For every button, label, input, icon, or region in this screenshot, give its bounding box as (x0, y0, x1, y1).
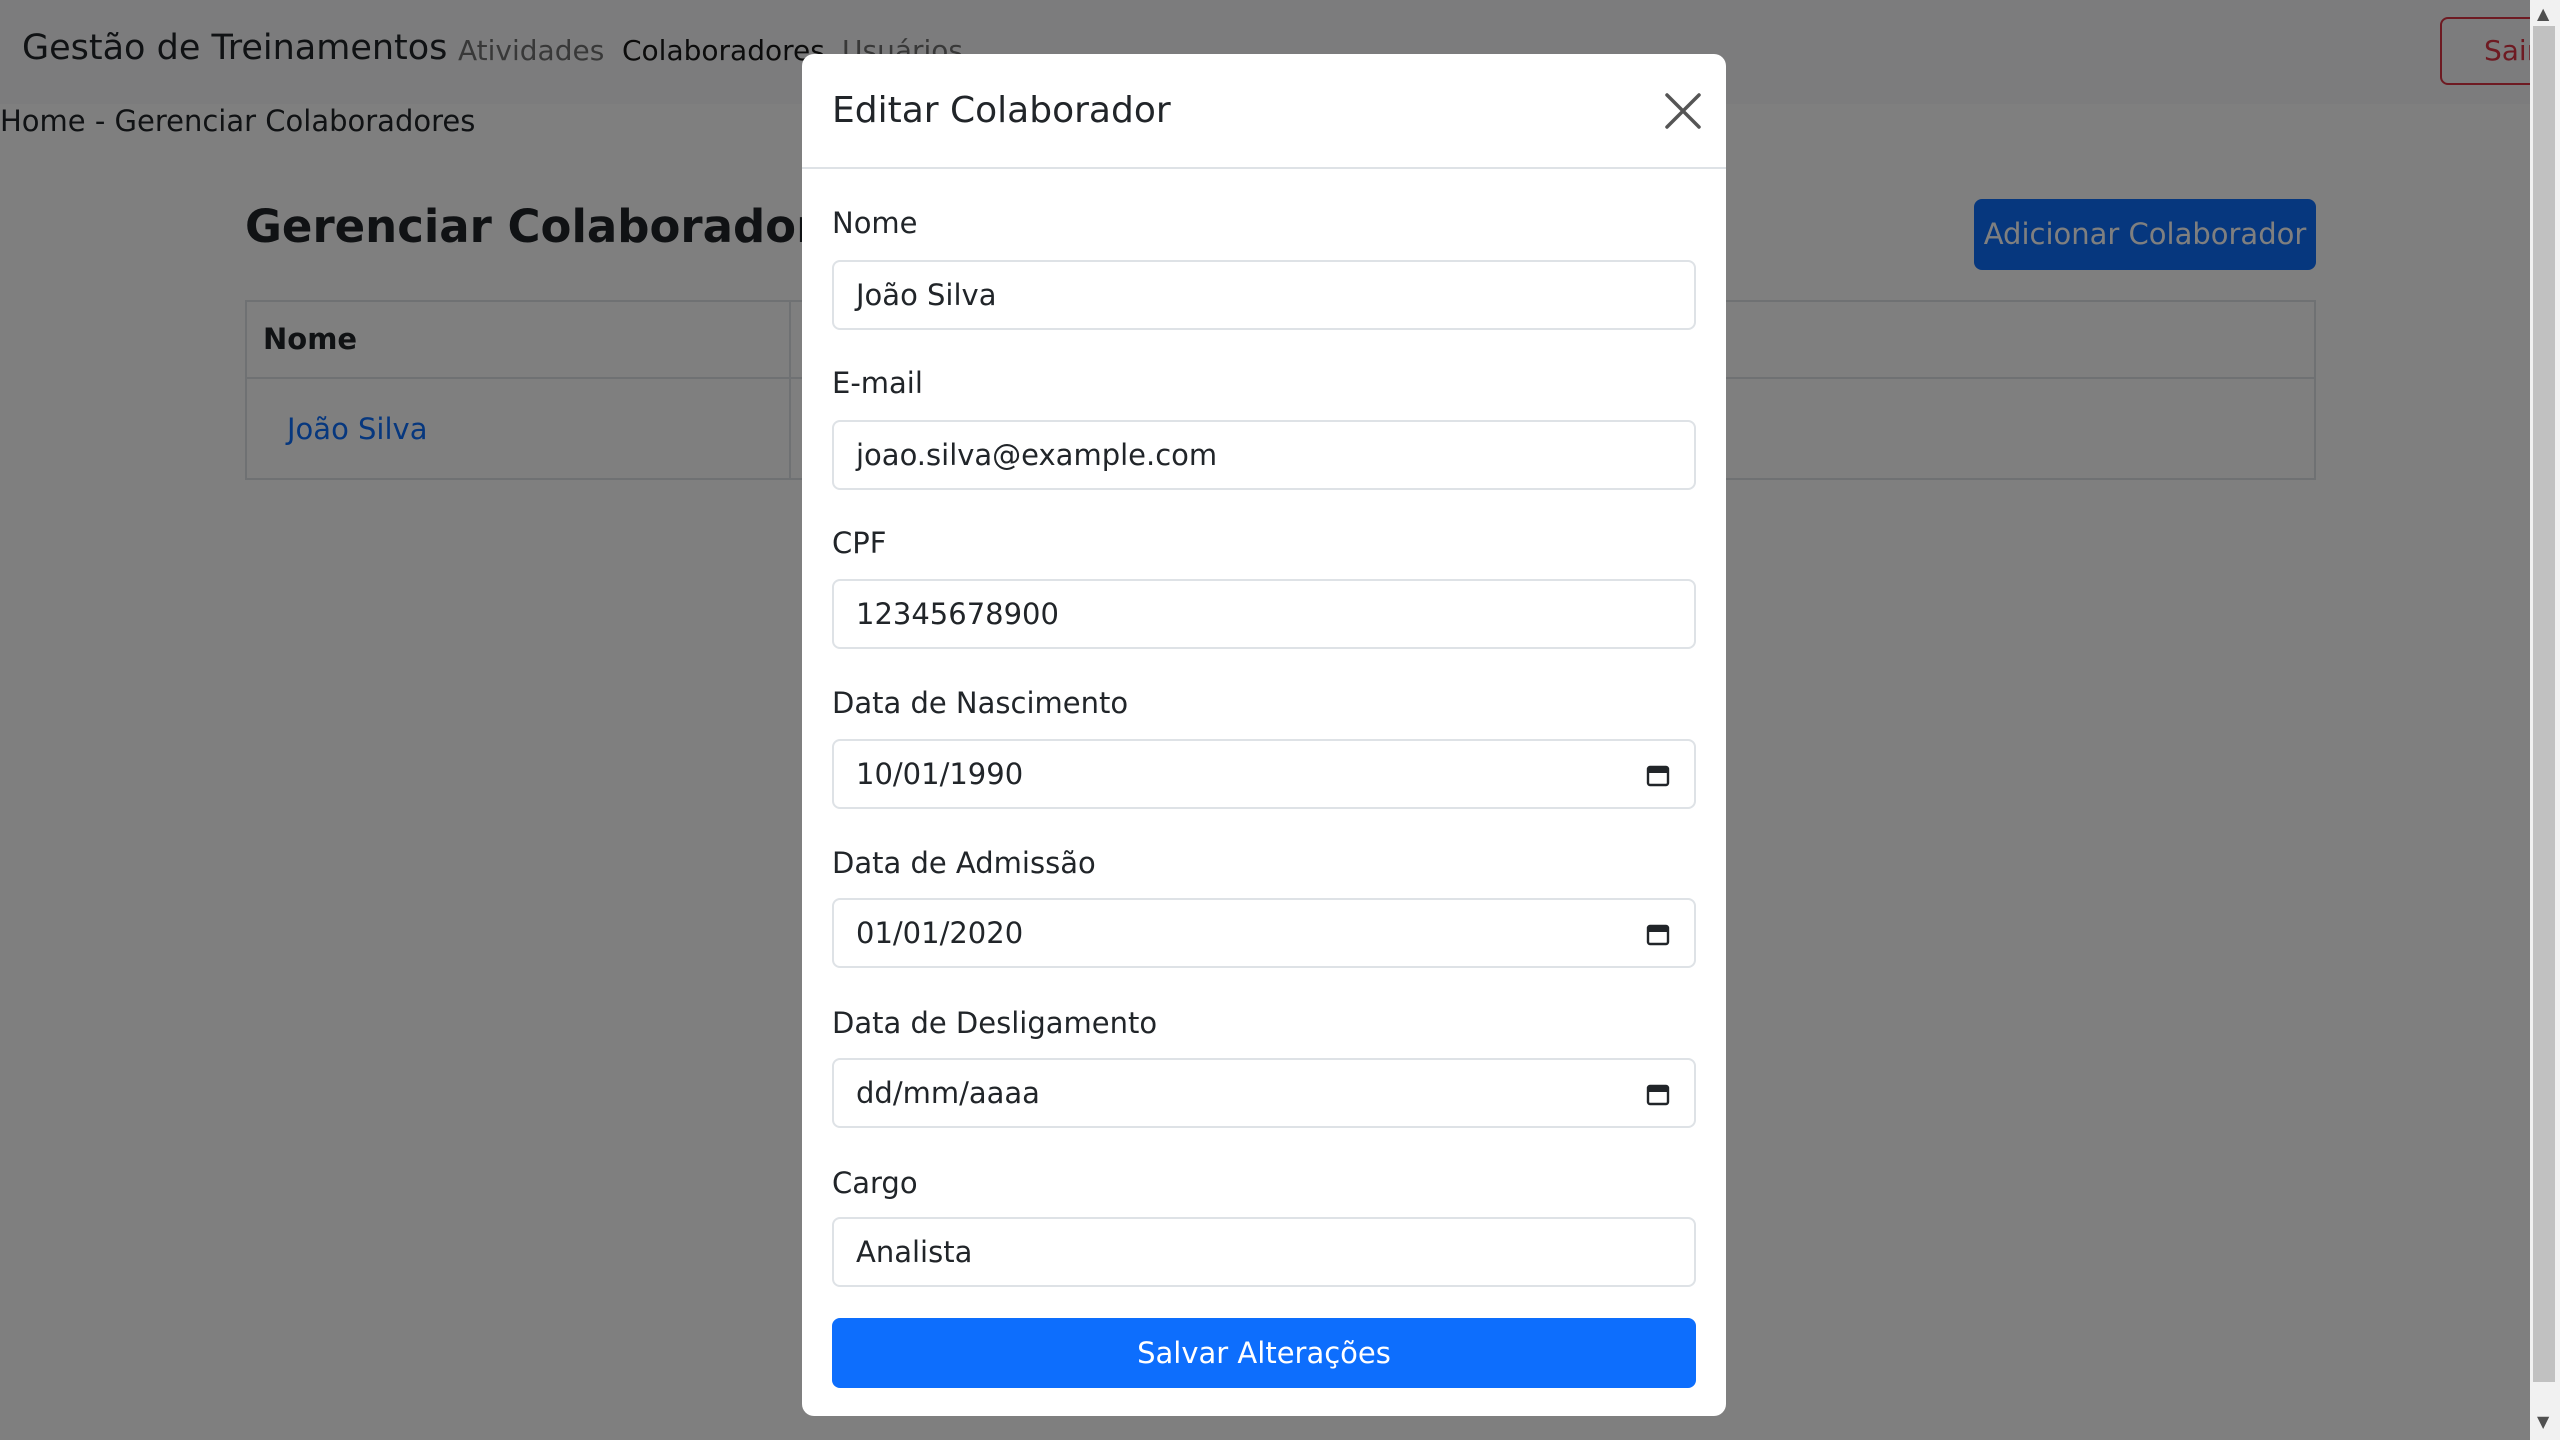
cargo-label: Cargo (832, 1166, 918, 1200)
cargo-input[interactable]: Analista (832, 1217, 1696, 1287)
calendar-icon[interactable] (1646, 1082, 1670, 1106)
nome-label: Nome (832, 206, 918, 240)
birth-date-label: Data de Nascimento (832, 686, 1129, 720)
admission-date-input[interactable]: 01/01/2020 (832, 898, 1696, 968)
edit-collaborator-modal: Editar Colaborador Nome João Silva E-mai… (802, 54, 1726, 1416)
calendar-icon[interactable] (1646, 922, 1670, 946)
calendar-icon[interactable] (1646, 763, 1670, 787)
close-icon[interactable] (1660, 88, 1706, 134)
save-changes-button[interactable]: Salvar Alterações (832, 1318, 1696, 1388)
email-label: E-mail (832, 366, 923, 400)
termination-date-input[interactable]: dd/mm/aaaa (832, 1058, 1696, 1128)
modal-header: Editar Colaborador (802, 54, 1726, 169)
scrollbar-thumb[interactable] (2533, 26, 2555, 1382)
modal-title: Editar Colaborador (832, 90, 1171, 131)
scroll-up-arrow-icon[interactable]: ▲ (2537, 4, 2549, 23)
cpf-label: CPF (832, 526, 887, 560)
birth-date-value: 10/01/1990 (856, 757, 1024, 791)
birth-date-input[interactable]: 10/01/1990 (832, 739, 1696, 809)
termination-date-label: Data de Desligamento (832, 1006, 1158, 1040)
admission-date-value: 01/01/2020 (856, 916, 1024, 950)
email-input[interactable]: joao.silva@example.com (832, 420, 1696, 490)
termination-date-placeholder: dd/mm/aaaa (856, 1076, 1040, 1110)
cpf-input[interactable]: 12345678900 (832, 579, 1696, 649)
scroll-down-arrow-icon[interactable]: ▼ (2537, 1412, 2549, 1431)
admission-date-label: Data de Admissão (832, 846, 1096, 880)
nome-input[interactable]: João Silva (832, 260, 1696, 330)
